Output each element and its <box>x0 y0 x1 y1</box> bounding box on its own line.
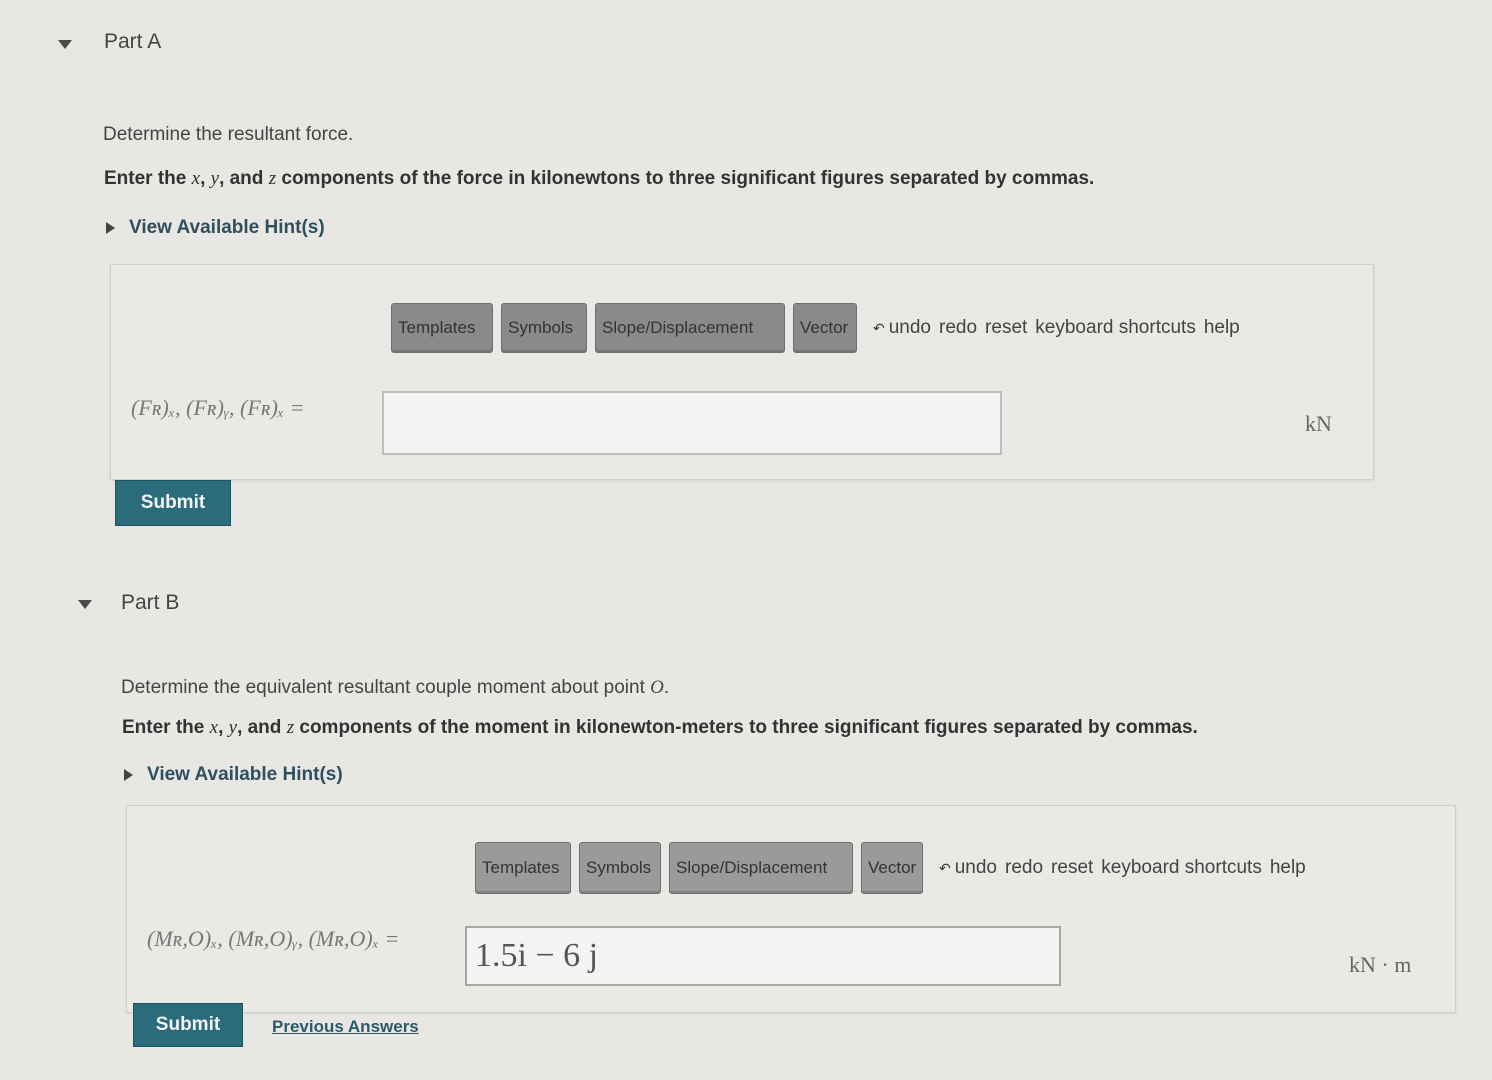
part-b-prompt: Determine the equivalent resultant coupl… <box>121 677 669 699</box>
reset-label: reset <box>985 317 1028 338</box>
symbols-button[interactable]: Symbols <box>501 303 587 353</box>
var-z: z <box>286 717 295 738</box>
part-b-collapse-caret[interactable] <box>78 600 92 609</box>
slope-displacement-button[interactable]: Slope/Displacement <box>595 303 785 353</box>
symbols-button[interactable]: Symbols <box>579 842 661 894</box>
point-o: O <box>650 677 664 698</box>
help-button[interactable]: help <box>1270 857 1306 879</box>
part-b-math-toolbar: Templates Symbols Slope/Displacement Vec… <box>475 842 1306 894</box>
undo-button[interactable]: ↶ undo <box>873 317 931 339</box>
part-a-prompt: Determine the resultant force. <box>103 124 354 145</box>
part-a-title: Part A <box>104 30 162 53</box>
keyboard-shortcuts-label: keyboard shortcuts <box>1101 857 1262 878</box>
part-b-hint-toggle[interactable]: View Available Hint(s) <box>124 764 343 786</box>
redo-button[interactable]: redo <box>939 317 977 339</box>
redo-label: redo <box>1005 857 1044 878</box>
expand-triangle-icon <box>124 769 133 781</box>
hint-label: View Available Hint(s) <box>147 764 343 785</box>
part-a-hint-toggle[interactable]: View Available Hint(s) <box>106 217 325 239</box>
undo-label: undo <box>888 317 932 338</box>
sep: , <box>218 717 229 738</box>
part-a-answer-label: (Fʀ)ₓ, (Fʀ)ᵧ, (Fʀ)ₓ = <box>131 395 305 420</box>
var-y: y <box>228 717 238 738</box>
sep: , and <box>219 168 269 189</box>
var-x: x <box>191 168 201 189</box>
part-b-answer-label: (Mʀ,O)ₓ, (Mʀ,O)ᵧ, (Mʀ,O)ₓ = <box>147 926 400 951</box>
part-a-unit: kN <box>1305 411 1332 436</box>
sep: , and <box>237 717 287 738</box>
help-button[interactable]: help <box>1204 317 1240 339</box>
reset-button[interactable]: reset <box>1051 857 1093 879</box>
var-x: x <box>209 717 219 738</box>
vector-button[interactable]: Vector <box>793 303 857 353</box>
reset-button[interactable]: reset <box>985 317 1027 339</box>
redo-button[interactable]: redo <box>1005 857 1043 879</box>
templates-button[interactable]: Templates <box>391 303 493 353</box>
keyboard-shortcuts-button[interactable]: keyboard shortcuts <box>1101 857 1262 879</box>
part-a-math-toolbar: Templates Symbols Slope/Displacement Vec… <box>391 303 1240 353</box>
help-label: help <box>1203 317 1240 338</box>
undo-icon: ↶ <box>939 859 951 876</box>
help-label: help <box>1269 857 1306 878</box>
instructions-text: Enter the <box>104 168 192 189</box>
part-b-answer-box: Templates Symbols Slope/Displacement Vec… <box>126 805 1456 1013</box>
previous-answers-link[interactable]: Previous Answers <box>272 1017 419 1037</box>
part-a-submit-button[interactable]: Submit <box>115 480 231 526</box>
undo-button[interactable]: ↶ undo <box>939 857 997 879</box>
part-b-unit: kN · m <box>1349 952 1412 977</box>
var-y: y <box>210 168 220 189</box>
sep: , <box>200 168 211 189</box>
var-z: z <box>268 168 277 189</box>
instructions-text: components of the moment in kilonewton-m… <box>294 717 1198 738</box>
slope-displacement-button[interactable]: Slope/Displacement <box>669 842 853 894</box>
part-a-collapse-caret[interactable] <box>58 40 72 49</box>
part-a-answer-box: Templates Symbols Slope/Displacement Vec… <box>110 264 1374 480</box>
redo-label: redo <box>939 317 978 338</box>
prompt-text: Determine the equivalent resultant coupl… <box>121 677 651 698</box>
part-b-answer-input[interactable]: 1.5i − 6 j <box>465 926 1061 986</box>
part-b-submit-button[interactable]: Submit <box>133 1003 243 1047</box>
prompt-text: . <box>663 677 670 698</box>
part-a-instructions: Enter the x, y, and z components of the … <box>104 168 1304 190</box>
keyboard-shortcuts-button[interactable]: keyboard shortcuts <box>1035 317 1196 339</box>
templates-button[interactable]: Templates <box>475 842 571 894</box>
undo-label: undo <box>954 857 998 878</box>
expand-triangle-icon <box>106 222 115 234</box>
vector-button[interactable]: Vector <box>861 842 923 894</box>
part-a-answer-input[interactable] <box>382 391 1002 455</box>
instructions-text: components of the force in kilonewtons t… <box>276 168 1095 189</box>
instructions-text: Enter the <box>122 717 210 738</box>
reset-label: reset <box>1051 857 1094 878</box>
part-b-instructions: Enter the x, y, and z components of the … <box>122 717 1362 739</box>
undo-icon: ↶ <box>873 319 885 336</box>
keyboard-shortcuts-label: keyboard shortcuts <box>1035 317 1196 338</box>
part-b-title: Part B <box>121 591 180 614</box>
hint-label: View Available Hint(s) <box>129 217 325 238</box>
